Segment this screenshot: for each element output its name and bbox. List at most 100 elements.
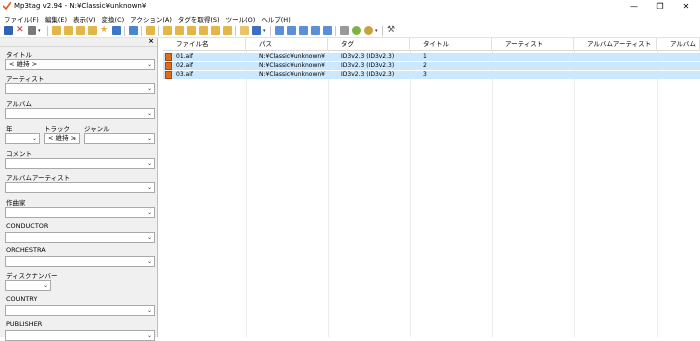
select-all-icon[interactable] [129,26,138,35]
web-source-dropdown-icon[interactable]: ▾ [375,28,378,34]
tools-icon[interactable]: ⚒ [387,26,396,35]
artist-field[interactable]: ⌄ [5,83,155,94]
column-divider [657,51,658,337]
tag-panel: × タイトル < 維持 > ⌄ アーティスト ⌄ アルバム ⌄ 年 トラック ジ… [0,37,158,341]
export-icon[interactable] [287,26,296,35]
year-field[interactable]: ⌄ [5,133,40,144]
filename-tag-icon[interactable] [163,26,172,35]
tag-filename-icon[interactable] [175,26,184,35]
case-conversion-icon[interactable] [223,26,232,35]
auto-numbering-icon[interactable] [275,26,284,35]
menu-convert[interactable]: 変換(C) [102,14,125,24]
chevron-down-icon[interactable]: ⌄ [147,84,152,93]
web-source-alt-icon[interactable] [364,26,373,35]
menu-tag-sources[interactable]: タグを取得(S) [178,14,220,24]
genre-field[interactable]: ⌄ [84,133,155,144]
maximize-button[interactable]: ❐ [647,0,673,13]
field-label-composer: 作曲家 [6,199,26,207]
chevron-down-icon[interactable]: ⌄ [32,134,37,143]
close-icon[interactable]: × [148,37,154,45]
toolbar: ✕ ▾ ★ ▾ ▾ ⚒ [0,24,700,38]
conductor-field[interactable]: ⌄ [5,232,155,243]
album-field[interactable]: ⌄ [5,108,155,119]
chevron-down-icon[interactable]: ⌄ [147,60,152,69]
publisher-field[interactable]: ⌄ [5,330,155,341]
column-header-artist[interactable]: アーティスト [492,38,574,51]
actions-dropdown-icon[interactable]: ▾ [263,28,266,34]
toolbar-separator [270,26,271,36]
import-icon[interactable] [311,26,320,35]
comment-field[interactable]: ⌄ [5,158,155,169]
track-field[interactable]: < 維持 > ⌄ [44,133,80,144]
toolbar-separator [47,26,48,36]
actions-quick-icon[interactable] [252,26,261,35]
extended-tags-icon[interactable] [323,26,332,35]
disc-number-field[interactable]: ⌄ [5,280,51,291]
column-header-tag[interactable]: タグ [328,38,410,51]
chevron-down-icon[interactable]: ⌄ [72,134,77,143]
field-label-country: COUNTRY [6,295,38,303]
cell-tag: ID3v2.3 (ID3v2.3) [341,71,395,78]
field-label-comment: コメント [6,150,32,158]
chevron-down-icon[interactable]: ⌄ [147,134,152,143]
menu-actions[interactable]: アクション(A) [130,14,172,24]
cover-art-icon[interactable] [340,26,349,35]
folder-list-icon[interactable] [88,26,97,35]
minimize-button[interactable]: — [621,0,647,13]
chevron-down-icon[interactable]: ⌄ [43,281,48,290]
column-header-path[interactable]: パス [246,38,328,51]
folder-up-icon[interactable] [76,26,85,35]
close-button[interactable]: ✕ [673,0,699,13]
chevron-down-icon[interactable]: ⌄ [147,159,152,168]
field-label-album-artist: アルバムアーティスト [6,174,71,182]
file-list-header: ファイル名 パス タグ タイトル アーティスト アルバムアーティスト アルバム [163,38,700,51]
refresh-icon[interactable] [112,26,121,35]
toolbar-separator [235,26,236,36]
table-row[interactable]: 03.aif N:¥Classic¥unknown¥ ID3v2.3 (ID3v… [163,71,700,79]
add-directory-icon[interactable] [64,26,73,35]
text-file-tag-icon[interactable] [187,26,196,35]
chevron-down-icon[interactable]: ⌄ [147,208,152,217]
chevron-down-icon[interactable]: ⌄ [147,257,152,266]
table-row[interactable]: 02.aif N:¥Classic¥unknown¥ ID3v2.3 (ID3v… [163,62,700,70]
composer-field[interactable]: ⌄ [5,207,155,218]
menu-edit[interactable]: 編集(E) [45,14,67,24]
orchestra-field[interactable]: ⌄ [5,256,155,267]
menu-help[interactable]: ヘルプ(H) [261,14,290,24]
favorite-icon[interactable]: ★ [100,26,109,35]
table-row[interactable]: 01.aif N:¥Classic¥unknown¥ ID3v2.3 (ID3v… [163,53,700,61]
undo-icon[interactable] [28,26,36,35]
column-header-filename[interactable]: ファイル名 [163,38,246,51]
chevron-down-icon[interactable]: ⌄ [147,109,152,118]
actions-icon[interactable] [240,26,249,35]
chevron-down-icon[interactable]: ⌄ [147,233,152,242]
undo-dropdown-icon[interactable]: ▾ [38,28,41,34]
title-field[interactable]: < 維持 > ⌄ [5,59,155,70]
cell-filename: 02.aif [176,62,193,69]
tag-to-filename-icon[interactable] [211,26,220,35]
tag-tag-icon[interactable] [199,26,208,35]
menu-file[interactable]: ファイル(F) [4,14,39,24]
field-label-publisher: PUBLISHER [6,320,43,328]
field-label-track: トラック [44,125,70,133]
field-label-artist: アーティスト [6,75,45,83]
remove-tag-icon[interactable]: ✕ [16,26,25,35]
playlist-icon[interactable] [146,26,155,35]
save-icon[interactable] [4,26,13,35]
country-field[interactable]: ⌄ [5,305,155,316]
cell-filename: 03.aif [176,71,193,78]
web-source-icon[interactable] [352,26,361,35]
column-header-title[interactable]: タイトル [410,38,492,51]
menu-tools[interactable]: ツール(O) [226,14,256,24]
cell-tag: ID3v2.3 (ID3v2.3) [341,62,395,69]
column-header-album-artist[interactable]: アルバムアーティスト [574,38,657,51]
chevron-down-icon[interactable]: ⌄ [147,331,152,340]
menu-view[interactable]: 表示(V) [73,14,96,24]
column-divider [410,51,411,337]
column-header-album[interactable]: アルバム [657,38,700,51]
export-config-icon[interactable] [299,26,308,35]
chevron-down-icon[interactable]: ⌄ [147,183,152,192]
change-directory-icon[interactable] [52,26,61,35]
album-artist-field[interactable]: ⌄ [5,182,155,193]
chevron-down-icon[interactable]: ⌄ [147,306,152,315]
